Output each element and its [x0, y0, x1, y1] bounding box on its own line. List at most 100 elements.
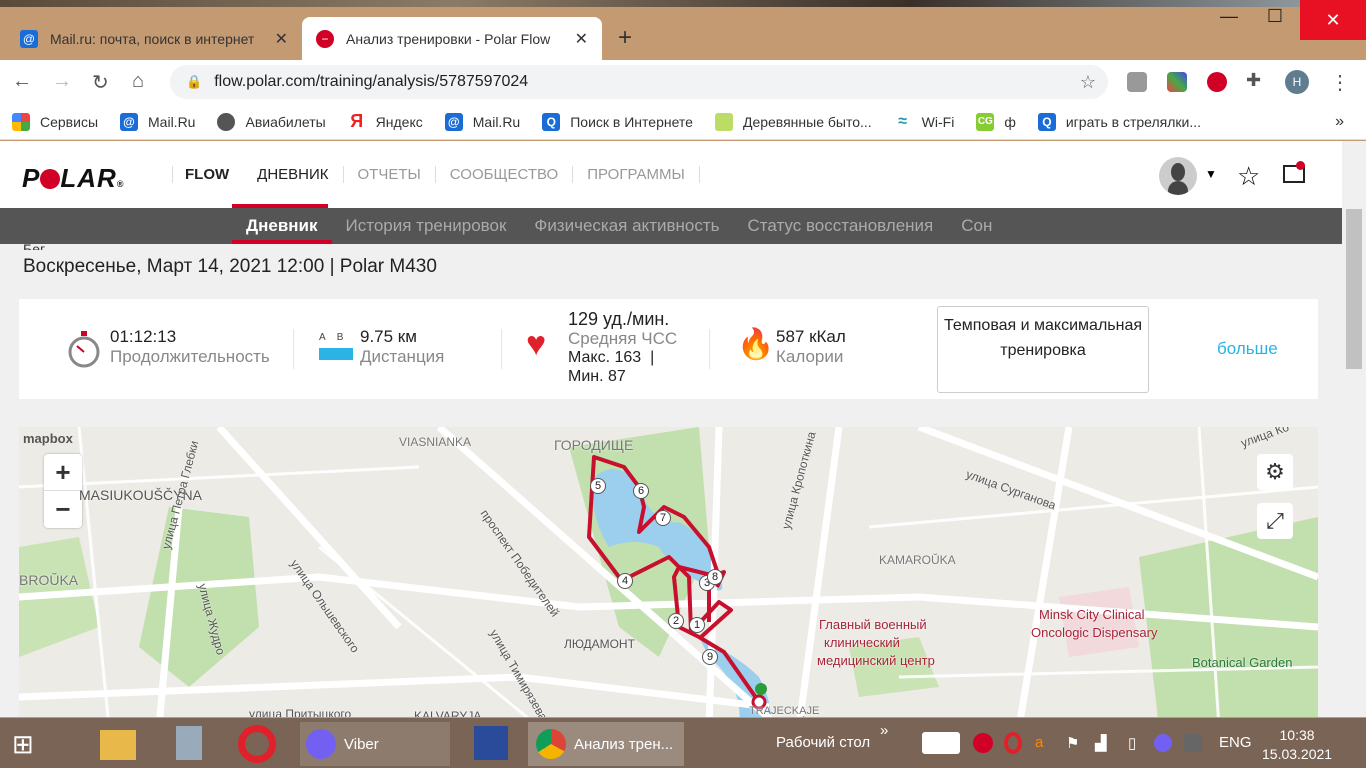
- taskbar-viber[interactable]: Viber: [300, 722, 450, 766]
- map-label: клинический: [824, 635, 900, 650]
- taskbar-chrome[interactable]: Анализ трен...: [528, 722, 684, 766]
- extension-icon[interactable]: [1167, 72, 1187, 92]
- calculator-icon[interactable]: [176, 726, 202, 760]
- maximize-button[interactable]: ☐: [1252, 6, 1298, 27]
- chevron-down-icon[interactable]: ▼: [1205, 167, 1217, 181]
- tab-polar-flow[interactable]: − Анализ тренировки - Polar Flow ✕: [302, 17, 602, 60]
- nav-reports[interactable]: ОТЧЕТЫ: [342, 166, 435, 183]
- subnav-recovery[interactable]: Статус восстановления: [734, 208, 948, 244]
- mapbox-logo[interactable]: mapbox: [23, 431, 73, 446]
- bookmark-avia[interactable]: Авиабилеты: [217, 112, 326, 131]
- file-explorer-icon[interactable]: [100, 730, 136, 760]
- site-header: P LAR® FLOW ДНЕВНИК ОТЧЕТЫ СООБЩЕСТВО ПРО…: [0, 141, 1342, 208]
- zoom-out-button[interactable]: −: [44, 491, 82, 528]
- km-marker[interactable]: 5: [590, 478, 606, 494]
- url-text[interactable]: flow.polar.com/training/analysis/5787597…: [214, 73, 528, 91]
- menu-dots-icon[interactable]: ⋮: [1330, 70, 1350, 95]
- mailru-icon: @: [20, 29, 38, 48]
- close-tab-icon[interactable]: ✕: [575, 29, 588, 49]
- nav-diary[interactable]: ДНЕВНИК: [243, 166, 342, 183]
- windows-taskbar: ⊞ Viber Анализ трен... Рабочий стол » a …: [0, 718, 1366, 768]
- nav-flow[interactable]: FLOW: [172, 166, 243, 183]
- km-marker[interactable]: 6: [633, 483, 649, 499]
- bookmarks-overflow-button[interactable]: »: [1335, 113, 1344, 131]
- nav-community[interactable]: СООБЩЕСТВО: [434, 166, 572, 183]
- save-disk-icon[interactable]: [474, 726, 508, 760]
- subnav-activity[interactable]: Физическая активность: [520, 208, 733, 244]
- bookmark-wooden[interactable]: Деревянные быто...: [714, 112, 872, 131]
- polar-logo[interactable]: P LAR®: [22, 163, 124, 194]
- bookmark-label: Деревянные быто...: [742, 113, 872, 130]
- nav-programs[interactable]: ПРОГРАММЫ: [572, 166, 700, 183]
- system-clock[interactable]: 10:38 15.03.2021: [1262, 726, 1332, 764]
- display-icon[interactable]: [1184, 734, 1202, 752]
- subnav-diary[interactable]: Дневник: [232, 208, 332, 244]
- bookmark-star-icon[interactable]: ☆: [1080, 72, 1096, 93]
- address-bar[interactable]: 🔒 flow.polar.com/training/analysis/57875…: [170, 65, 1108, 99]
- bookmark-wifi[interactable]: ≈ Wi-Fi: [894, 113, 955, 131]
- km-marker[interactable]: 2: [668, 613, 684, 629]
- route-map[interactable]: mapbox + − ⚙ ⤢ VIASNIANKA ГОРОДИЩЕ MASIUKO…: [19, 427, 1318, 717]
- km-marker[interactable]: 8: [707, 569, 723, 585]
- fullscreen-icon[interactable]: ⤢: [1257, 503, 1293, 539]
- training-benefit-button[interactable]: Темповая и максимальная тренировка: [937, 306, 1149, 393]
- bookmark-games[interactable]: Qиграть в стрелялки...: [1037, 112, 1202, 131]
- extension-icon[interactable]: [1127, 72, 1147, 92]
- new-tab-button[interactable]: +: [618, 24, 632, 52]
- minimize-button[interactable]: —: [1206, 6, 1252, 27]
- desktop-toolbar[interactable]: Рабочий стол: [776, 734, 870, 751]
- tab-mailru[interactable]: @ Mail.ru: почта, поиск в интернет ✕: [6, 17, 302, 60]
- bookmark-mailru[interactable]: @ Mail.Ru: [120, 112, 195, 131]
- close-window-button[interactable]: ✕: [1300, 0, 1366, 40]
- opera-icon[interactable]: [238, 725, 276, 763]
- km-marker[interactable]: 4: [617, 573, 633, 589]
- network-signal-icon[interactable]: ▟: [1095, 734, 1107, 752]
- bookmark-yandex[interactable]: Я Яндекс: [348, 111, 423, 131]
- profile-avatar[interactable]: H: [1285, 70, 1309, 94]
- more-link[interactable]: больше: [1217, 339, 1278, 359]
- toolbar-chevron[interactable]: »: [880, 722, 888, 739]
- subnav-sleep[interactable]: Сон: [947, 208, 1006, 244]
- back-icon[interactable]: ←: [12, 70, 32, 93]
- close-tab-icon[interactable]: ✕: [275, 29, 288, 49]
- favorites-star-icon[interactable]: ☆: [1237, 161, 1260, 192]
- cg-icon: CG: [976, 112, 995, 131]
- map-label: Botanical Garden: [1192, 655, 1293, 670]
- bookmark-label: Wi-Fi: [921, 113, 955, 130]
- zoom-controls: + −: [44, 454, 82, 528]
- opera-tray-icon[interactable]: [1004, 732, 1022, 754]
- user-avatar[interactable]: [1159, 157, 1197, 195]
- zoom-in-button[interactable]: +: [44, 454, 82, 491]
- bookmark-search[interactable]: Q Поиск в Интернете: [542, 112, 693, 131]
- km-marker[interactable]: 7: [655, 510, 671, 526]
- windows-start-icon[interactable]: ⊞: [12, 722, 34, 766]
- keyboard-icon[interactable]: [922, 732, 960, 754]
- adblock-icon[interactable]: [1207, 72, 1227, 92]
- map-label: медицинский центр: [817, 653, 935, 668]
- page-scrollbar[interactable]: [1342, 141, 1366, 717]
- battery-icon[interactable]: ▯: [1128, 734, 1136, 752]
- bookmark-services[interactable]: Сервисы: [12, 112, 98, 131]
- avast-icon[interactable]: a: [1035, 734, 1043, 751]
- adblock-tray-icon[interactable]: [973, 733, 993, 753]
- distance-ab-icon: A B: [319, 332, 353, 360]
- bookmark-cg[interactable]: CG ф: [976, 112, 1016, 131]
- subnav-history[interactable]: История тренировок: [332, 208, 521, 244]
- extensions-puzzle-icon[interactable]: ✚: [1246, 70, 1261, 91]
- home-icon[interactable]: ⌂: [132, 70, 144, 93]
- scrollbar-thumb[interactable]: [1346, 209, 1362, 369]
- forward-icon[interactable]: →: [52, 70, 72, 93]
- reload-icon[interactable]: ↻: [92, 70, 109, 95]
- map-settings-gear-icon[interactable]: ⚙: [1257, 454, 1293, 490]
- bookmark-label: играть в стрелялки...: [1065, 113, 1202, 130]
- search-icon: Q: [1037, 112, 1056, 131]
- km-marker[interactable]: 1: [689, 617, 705, 633]
- flag-icon[interactable]: ⚑: [1066, 734, 1079, 752]
- taskbar-label: Viber: [344, 735, 379, 753]
- bookmarks-bar: Сервисы @ Mail.Ru Авиабилеты Я Яндекс @ Mai…: [0, 104, 1366, 140]
- viber-tray-icon[interactable]: [1154, 734, 1172, 752]
- bookmark-mailru-2[interactable]: @ Mail.Ru: [444, 112, 520, 131]
- km-marker[interactable]: 9: [702, 649, 718, 665]
- language-indicator[interactable]: ENG: [1219, 734, 1252, 751]
- map-label: Главный военный: [819, 617, 927, 632]
